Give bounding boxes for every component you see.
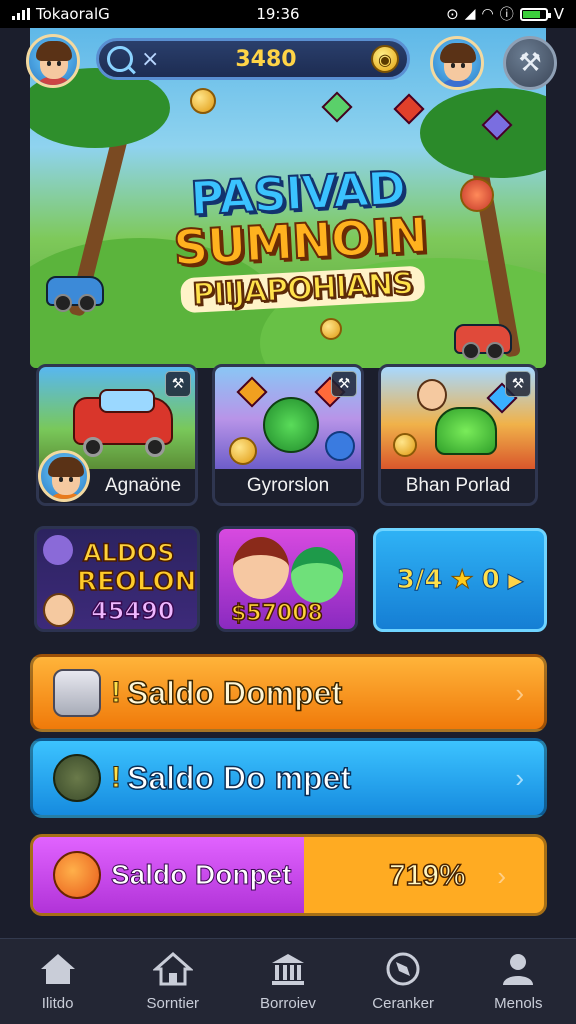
candy-icon bbox=[460, 178, 494, 212]
balance-bar[interactable]: × 3480 ◉ bbox=[96, 38, 410, 80]
status-extra: V bbox=[553, 5, 564, 23]
character-icon bbox=[233, 537, 289, 599]
player-mini-avatar bbox=[38, 450, 90, 502]
monster-icon bbox=[53, 754, 101, 802]
signal-icon bbox=[12, 8, 30, 20]
nav-label: Ceranker bbox=[372, 995, 434, 1012]
gem-icon bbox=[321, 91, 353, 123]
battery-icon bbox=[519, 7, 551, 21]
game-title: Bhan Porlad bbox=[381, 469, 535, 503]
promo-card-1[interactable]: ALDOS REOLON 45490 bbox=[34, 526, 200, 632]
nav-item-bank[interactable]: Borroiev bbox=[233, 951, 343, 1012]
nav-item-house[interactable]: Sorntier bbox=[118, 951, 228, 1012]
status-right: ⊙ ◢ ◠ ⓘ V bbox=[446, 4, 564, 24]
clock: 19:36 bbox=[256, 5, 300, 23]
robot-icon bbox=[53, 669, 101, 717]
carrier-name: TokaoralG bbox=[36, 5, 110, 23]
chevron-right-icon[interactable]: › bbox=[515, 678, 524, 709]
wallet-row-3[interactable]: Saldo Donpet 719% › bbox=[30, 834, 547, 916]
nav-item-profile[interactable]: Menols bbox=[463, 951, 573, 1012]
game-card-2[interactable]: ⚒ Gyrorslon bbox=[212, 364, 364, 506]
cell-signal-icon: ◢ bbox=[464, 6, 476, 22]
chevron-right-icon[interactable]: › bbox=[515, 763, 524, 794]
toy-car-icon bbox=[454, 324, 512, 360]
promo-line-1: ALDOS bbox=[82, 538, 175, 568]
nav-item-home[interactable]: Ilitdo bbox=[3, 951, 113, 1012]
progress-percent: 719% bbox=[388, 858, 466, 893]
wheel bbox=[145, 437, 165, 457]
status-left: TokaoralG bbox=[12, 5, 110, 23]
promo-amount: $57008 bbox=[230, 600, 323, 627]
alarm-icon: ⊙ bbox=[446, 5, 459, 23]
stat-tile[interactable]: 3/4 ★ 0 ▶ bbox=[373, 528, 547, 632]
crossed-tools-icon[interactable]: ⚒ bbox=[165, 371, 191, 397]
nav-label: Sorntier bbox=[146, 995, 200, 1012]
logo-line-2: SUMNOIN bbox=[171, 207, 429, 278]
data-saver-icon: ⓘ bbox=[499, 7, 514, 23]
game-logo: PASIVAD SUMNOIN PIIJAPOHIANS bbox=[144, 120, 455, 355]
character-icon bbox=[291, 547, 343, 603]
coin-balance: 3480 bbox=[235, 46, 297, 72]
chevron-right-icon[interactable]: › bbox=[497, 861, 506, 892]
play-icon[interactable]: ▶ bbox=[507, 568, 523, 593]
wallet-row-2[interactable]: ! Saldo Do mpet › bbox=[30, 738, 547, 818]
stat-count: 0 bbox=[481, 565, 500, 596]
friend-avatar[interactable] bbox=[430, 36, 484, 90]
coin-icon bbox=[190, 88, 216, 114]
toy-car-icon bbox=[46, 276, 104, 312]
player-avatar[interactable] bbox=[26, 34, 80, 88]
game-card-3[interactable]: ⚒ Bhan Porlad bbox=[378, 364, 538, 506]
character-icon bbox=[43, 593, 75, 627]
nav-label: Menols bbox=[494, 995, 543, 1012]
crossed-tools-icon[interactable]: ⚒ bbox=[331, 371, 357, 397]
search-icon[interactable] bbox=[107, 46, 133, 72]
close-icon[interactable]: × bbox=[141, 47, 161, 72]
wallet-label: Saldo Dompet bbox=[126, 674, 343, 712]
green-kart-icon bbox=[435, 407, 497, 455]
compass-icon bbox=[386, 952, 420, 986]
car-window bbox=[99, 389, 155, 413]
nav-label: Borroiev bbox=[260, 995, 316, 1012]
alert-icon: ! bbox=[111, 761, 122, 795]
character-icon bbox=[417, 379, 447, 411]
promo-line-3: 45490 bbox=[90, 596, 175, 626]
home-icon bbox=[40, 954, 75, 984]
stat-value: 3/4 bbox=[396, 565, 443, 596]
orb-icon bbox=[325, 431, 355, 461]
creature-icon bbox=[43, 535, 73, 565]
house-icon bbox=[152, 951, 193, 986]
nav-label: Ilitdo bbox=[41, 995, 74, 1012]
promo-card-2[interactable]: $57008 bbox=[216, 526, 358, 632]
crossed-tools-icon[interactable]: ⚒ bbox=[505, 371, 531, 397]
alert-icon: ! bbox=[111, 676, 122, 710]
bank-icon bbox=[271, 954, 304, 985]
wheel bbox=[83, 437, 103, 457]
nav-item-compass[interactable]: Ceranker bbox=[348, 951, 458, 1012]
promo-line-2: REOLON bbox=[76, 566, 197, 598]
wallet-label: Saldo Do mpet bbox=[126, 759, 352, 797]
star-icon: ★ bbox=[450, 565, 474, 596]
user-icon bbox=[503, 954, 534, 985]
gold-coin-icon[interactable]: ◉ bbox=[371, 45, 399, 73]
status-bar: TokaoralG 19:36 ⊙ ◢ ◠ ⓘ V bbox=[0, 0, 576, 28]
fruit-icon bbox=[53, 851, 101, 899]
game-title: Gyrorslon bbox=[215, 469, 361, 503]
wifi-icon: ◠ bbox=[481, 6, 494, 22]
game-title-text: Agnaöne bbox=[104, 475, 182, 496]
wallet-row-1[interactable]: ! Saldo Dompet › bbox=[30, 654, 547, 732]
wrench-icon[interactable]: ⚒ bbox=[503, 36, 557, 90]
bottom-nav: Ilitdo Sorntier Borroiev Ceranker Menols bbox=[0, 938, 576, 1024]
gem-icon bbox=[393, 93, 425, 125]
monster-icon bbox=[263, 397, 319, 453]
